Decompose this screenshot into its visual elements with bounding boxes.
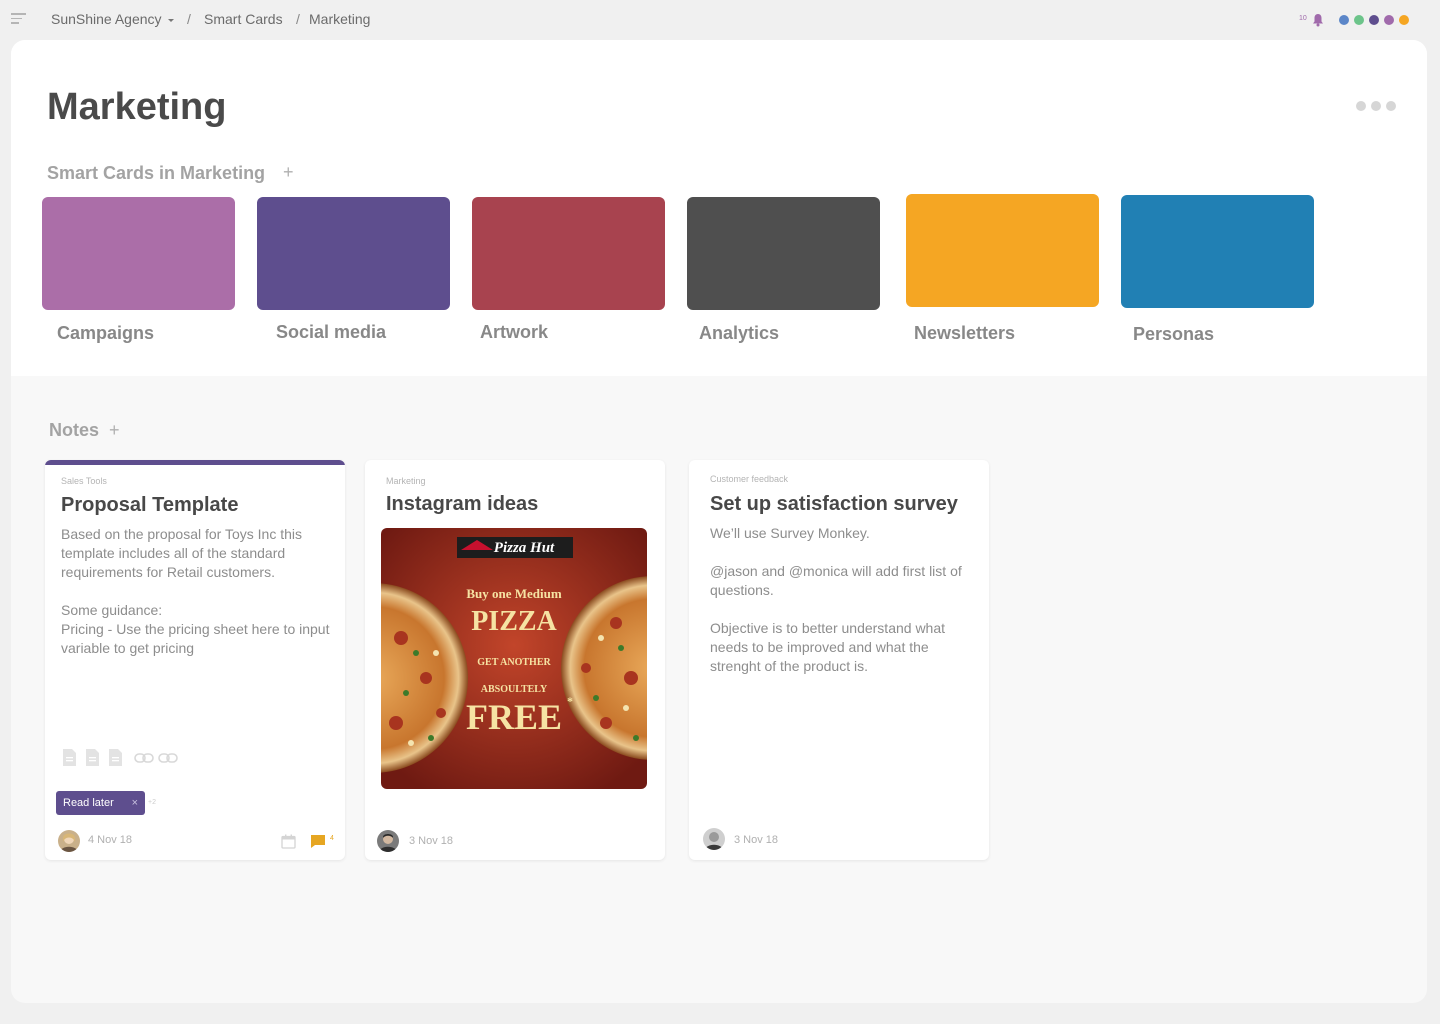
pizza-ad-line: FREE bbox=[465, 697, 562, 737]
top-bar: SunShine Agency / Smart Cards / Marketin… bbox=[0, 0, 1440, 40]
breadcrumb-separator: / bbox=[296, 11, 300, 27]
note-card-proposal-template[interactable]: Sales Tools Proposal Template Based on t… bbox=[45, 460, 345, 860]
smart-card-tile[interactable] bbox=[42, 197, 235, 310]
chevron-down-icon[interactable] bbox=[168, 19, 174, 22]
workspace-dot[interactable] bbox=[1339, 15, 1349, 25]
note-accent-bar bbox=[45, 460, 345, 465]
smart-card-label-artwork[interactable]: Artwork bbox=[480, 322, 548, 343]
note-category: Marketing bbox=[386, 476, 426, 486]
pizza-ad-line: ABSOULTELY bbox=[480, 684, 548, 695]
note-title: Set up satisfaction survey bbox=[710, 493, 958, 515]
smart-card-tile[interactable] bbox=[257, 197, 450, 310]
file-icon[interactable] bbox=[108, 748, 123, 767]
note-category: Customer feedback bbox=[710, 474, 789, 484]
note-title: Instagram ideas bbox=[386, 493, 539, 515]
smart-card-label-newsletters[interactable]: Newsletters bbox=[914, 323, 1015, 344]
smart-cards-section: Marketing Smart Cards in Marketing + Cam… bbox=[11, 40, 1427, 376]
note-card-satisfaction-survey[interactable]: Customer feedback Set up satisfaction su… bbox=[689, 460, 989, 860]
main-panel: Marketing Smart Cards in Marketing + Cam… bbox=[11, 40, 1427, 1003]
notification-count: 10 bbox=[1299, 15, 1307, 22]
workspace-dot[interactable] bbox=[1369, 15, 1379, 25]
more-options-icon[interactable] bbox=[1356, 101, 1396, 111]
avatar[interactable] bbox=[377, 830, 399, 852]
remove-tag-button[interactable]: × bbox=[132, 791, 138, 815]
more-tags-count[interactable]: +2 bbox=[148, 799, 156, 806]
link-icon[interactable] bbox=[158, 752, 178, 764]
comment-icon[interactable] bbox=[310, 834, 326, 849]
add-note-button[interactable]: + bbox=[109, 420, 120, 441]
workspace-switcher bbox=[1339, 15, 1409, 25]
note-title: Proposal Template bbox=[61, 494, 239, 516]
notes-heading: Notes bbox=[49, 420, 100, 440]
smart-card-tile[interactable] bbox=[906, 194, 1099, 307]
smart-card-label-personas[interactable]: Personas bbox=[1133, 324, 1214, 345]
calendar-icon[interactable] bbox=[281, 834, 296, 849]
note-date: 3 Nov 18 bbox=[409, 835, 454, 847]
avatar[interactable] bbox=[703, 828, 725, 850]
page-title: Marketing bbox=[47, 86, 227, 128]
note-body: We’ll use Survey Monkey. @jason and @mon… bbox=[710, 525, 962, 674]
tag-read-later[interactable]: Read later × bbox=[56, 791, 145, 815]
comment-count: 4 bbox=[330, 835, 334, 842]
note-date: 3 Nov 18 bbox=[734, 834, 779, 846]
breadcrumb-current: Marketing bbox=[309, 11, 371, 27]
link-icon[interactable] bbox=[134, 752, 154, 764]
pizza-ad-line: PIZZA bbox=[471, 606, 557, 637]
breadcrumb-workspace[interactable]: SunShine Agency bbox=[51, 11, 162, 27]
note-date: 4 Nov 18 bbox=[88, 834, 133, 846]
smart-card-label-analytics[interactable]: Analytics bbox=[699, 323, 779, 344]
note-card-instagram-ideas[interactable]: Marketing Instagram ideas Pizza Hut Buy … bbox=[365, 460, 665, 860]
hamburger-menu-icon[interactable] bbox=[11, 13, 26, 25]
smart-card-label-campaigns[interactable]: Campaigns bbox=[57, 323, 154, 344]
note-body: Based on the proposal for Toys Inc this … bbox=[61, 526, 330, 656]
add-smart-card-button[interactable]: + bbox=[283, 162, 294, 183]
workspace-dot[interactable] bbox=[1384, 15, 1394, 25]
pizza-ad-asterisk: * bbox=[567, 694, 573, 708]
note-category: Sales Tools bbox=[61, 476, 107, 486]
breadcrumb-separator: / bbox=[187, 11, 191, 27]
pizza-ad-line: GET ANOTHER bbox=[477, 657, 551, 668]
smart-cards-heading: Smart Cards in Marketing bbox=[47, 163, 266, 183]
workspace-dot[interactable] bbox=[1354, 15, 1364, 25]
pizza-ad-line: Buy one Medium bbox=[466, 586, 562, 601]
note-image-pizza-ad[interactable]: Pizza Hut Buy one Medium PIZZA GET ANOTH… bbox=[381, 528, 647, 789]
smart-card-tile[interactable] bbox=[1121, 195, 1314, 308]
workspace-dot[interactable] bbox=[1399, 15, 1409, 25]
bell-icon[interactable] bbox=[1312, 13, 1324, 27]
avatar[interactable] bbox=[58, 830, 80, 852]
smart-card-tile[interactable] bbox=[472, 197, 665, 310]
tag-label: Read later bbox=[63, 797, 114, 809]
file-icon[interactable] bbox=[62, 748, 77, 767]
smart-card-tile[interactable] bbox=[687, 197, 880, 310]
file-icon[interactable] bbox=[85, 748, 100, 767]
smart-card-label-social-media[interactable]: Social media bbox=[276, 322, 386, 343]
pizza-ad-brand: Pizza Hut bbox=[493, 540, 555, 556]
breadcrumb-smart-cards[interactable]: Smart Cards bbox=[204, 11, 283, 27]
